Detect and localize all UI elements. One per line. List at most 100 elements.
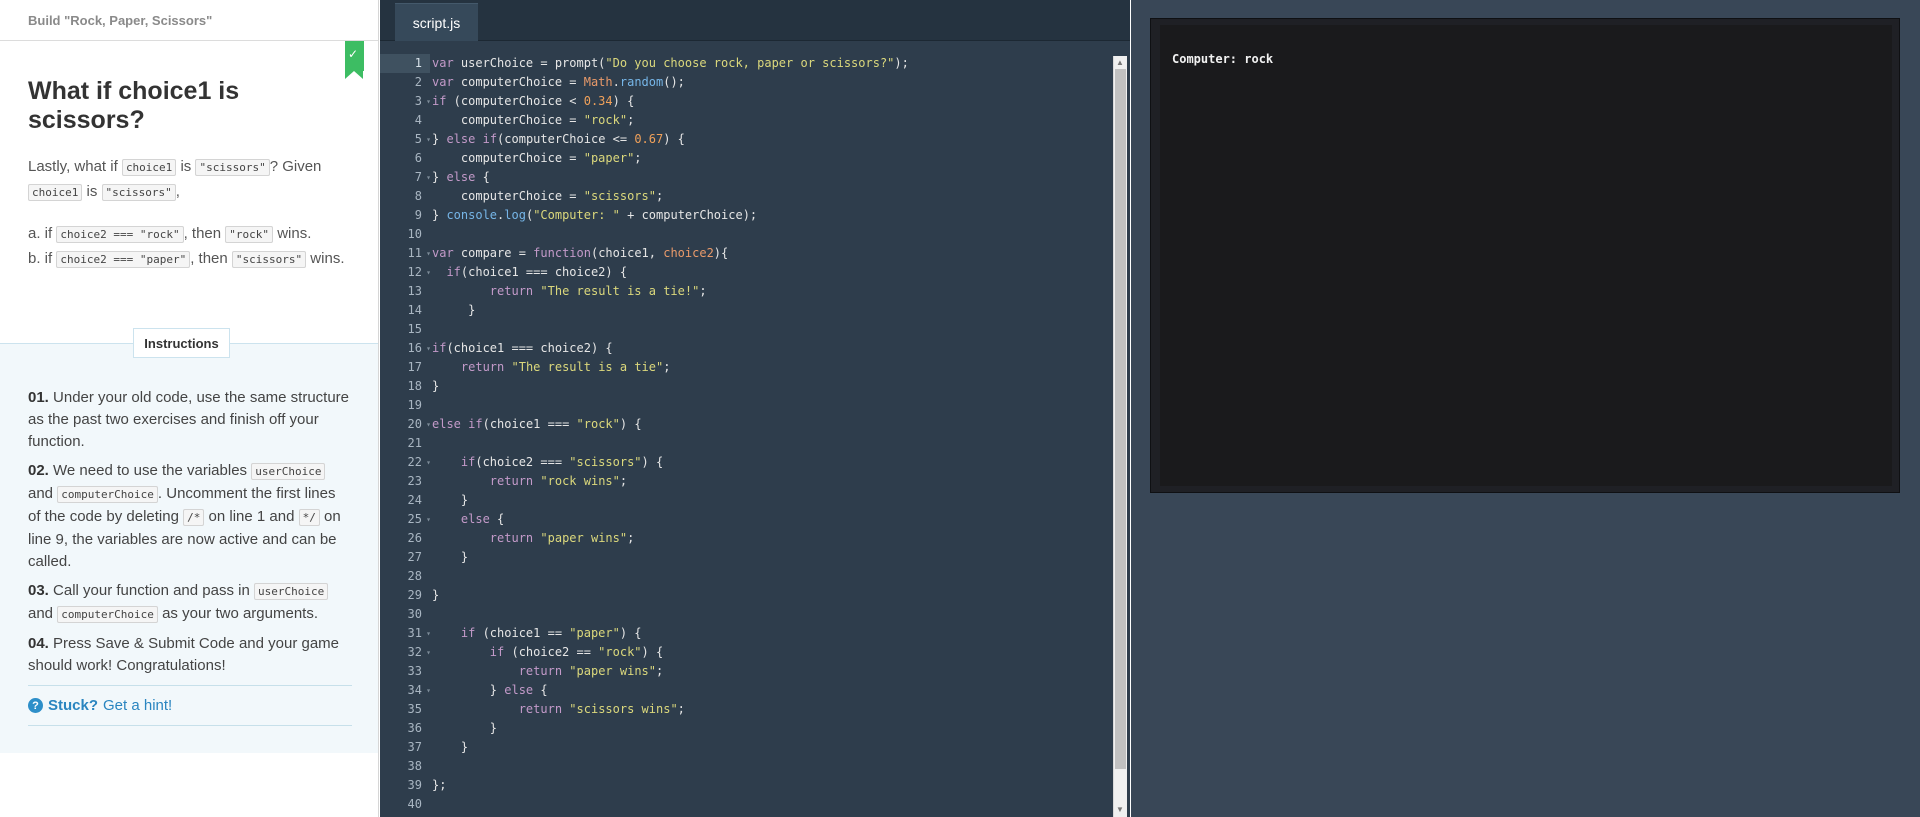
code-line[interactable]: ​: [432, 320, 1082, 339]
step-text: Call your function and pass in: [48, 582, 254, 599]
intro-text: Lastly, what if: [28, 158, 122, 175]
fold-arrow-icon[interactable]: ▾: [426, 415, 431, 434]
inline-code: computerChoice: [57, 486, 158, 503]
code-line[interactable]: ​: [432, 795, 1082, 814]
fold-arrow-icon[interactable]: ▾: [426, 339, 431, 358]
line-number: 16 ▾: [380, 339, 431, 358]
editor-tab-bar: script.js: [380, 0, 1130, 41]
step-text: and: [28, 605, 58, 622]
code-line[interactable]: ​: [432, 605, 1082, 624]
fold-arrow-icon[interactable]: ▾: [426, 643, 431, 662]
step-number: 03.: [28, 582, 49, 599]
code-line[interactable]: }: [432, 548, 1082, 567]
code-line[interactable]: } console.log("Computer: " + computerCho…: [432, 206, 1082, 225]
code-line[interactable]: }: [432, 377, 1082, 396]
intro-text: ,: [175, 183, 180, 200]
fold-arrow-icon[interactable]: ▾: [426, 130, 431, 149]
code-line[interactable]: if (choice1 == "paper") {: [432, 624, 1082, 643]
line-number: 9: [414, 208, 422, 222]
code-line[interactable]: computerChoice = "paper";: [432, 149, 1082, 168]
check-icon: ✓: [348, 47, 359, 61]
fold-arrow-icon[interactable]: ▾: [426, 263, 431, 282]
code-line[interactable]: }: [432, 738, 1082, 757]
code-area[interactable]: var userChoice = prompt("Do you choose r…: [432, 54, 1082, 814]
editor-scrollbar[interactable]: ▲ ▼: [1113, 56, 1127, 817]
code-line[interactable]: ​: [432, 757, 1082, 776]
fold-arrow-icon[interactable]: ▾: [426, 510, 431, 529]
lesson-item-b: b. if choice2 === "paper", then "scissor…: [28, 247, 350, 272]
line-number: 38: [407, 759, 422, 773]
scrollbar-thumb[interactable]: [1115, 69, 1126, 769]
fold-arrow-icon[interactable]: ▾: [426, 168, 431, 187]
inline-code: "scissors": [195, 159, 270, 176]
hint-link[interactable]: ? Stuck? Get a hint!: [28, 685, 352, 726]
tab-script-js[interactable]: script.js: [395, 3, 478, 41]
hint-link-text[interactable]: Get a hint!: [103, 697, 172, 714]
inline-code: choice2 === "paper": [56, 251, 191, 268]
code-line[interactable]: }: [432, 586, 1082, 605]
line-number: 20 ▾: [380, 415, 431, 434]
line-number: 36: [407, 721, 422, 735]
inline-code: /*: [183, 509, 205, 526]
code-line[interactable]: var userChoice = prompt("Do you choose r…: [432, 54, 1082, 73]
line-number: 12 ▾: [380, 263, 431, 282]
code-line[interactable]: return "rock wins";: [432, 472, 1082, 491]
completed-bookmark-icon: ✓: [345, 41, 364, 79]
line-number: 34 ▾: [380, 681, 431, 700]
code-line[interactable]: return "The result is a tie";: [432, 358, 1082, 377]
inline-code: choice1: [121, 159, 177, 176]
line-number: 24: [407, 493, 422, 507]
code-line[interactable]: ​: [432, 225, 1082, 244]
instructions-tab: Instructions: [133, 328, 230, 358]
code-line[interactable]: return "paper wins";: [432, 529, 1082, 548]
line-number: 7 ▾: [380, 168, 431, 187]
hint-stuck-label[interactable]: Stuck?: [48, 697, 98, 714]
code-line[interactable]: };: [432, 776, 1082, 795]
code-line[interactable]: ​: [432, 396, 1082, 415]
scroll-up-icon[interactable]: ▲: [1116, 59, 1124, 67]
line-number: 23: [407, 474, 422, 488]
code-line[interactable]: return "The result is a tie!";: [432, 282, 1082, 301]
instruction-step-4: 04. Press Save & Submit Code and your ga…: [28, 633, 351, 677]
fold-arrow-icon[interactable]: ▾: [426, 244, 431, 263]
fold-arrow-icon[interactable]: ▾: [426, 92, 431, 111]
console-frame: Computer: rock: [1150, 18, 1900, 493]
line-number: 10: [407, 227, 422, 241]
fold-arrow-icon[interactable]: ▾: [426, 681, 431, 700]
lesson-intro: Lastly, what if choice1 is "scissors"? G…: [28, 155, 350, 205]
line-number: 21: [407, 436, 422, 450]
code-line[interactable]: return "scissors wins";: [432, 700, 1082, 719]
line-number: 2: [414, 75, 422, 89]
item-text: , then: [190, 250, 232, 267]
code-line[interactable]: ​: [432, 567, 1082, 586]
code-line[interactable]: if(choice1 === choice2) {: [432, 339, 1082, 358]
code-line[interactable]: } else {: [432, 681, 1082, 700]
code-line[interactable]: else {: [432, 510, 1082, 529]
scroll-down-icon[interactable]: ▼: [1116, 806, 1124, 814]
line-number: 31 ▾: [380, 624, 431, 643]
code-line[interactable]: return "paper wins";: [432, 662, 1082, 681]
code-editor[interactable]: script.js 1 2 3 ▾ 4 5 ▾ 6 7 ▾ 8 9 10 11 ▾ 12 ▾ 13 14 15 16 ▾ 1…: [380, 0, 1130, 817]
code-line[interactable]: var compare = function(choice1, choice2)…: [432, 244, 1082, 263]
code-line[interactable]: else if(choice1 === "rock") {: [432, 415, 1082, 434]
line-number: 19: [407, 398, 422, 412]
code-line[interactable]: }: [432, 491, 1082, 510]
line-number: 18: [407, 379, 422, 393]
code-line[interactable]: if(choice1 === choice2) {: [432, 263, 1082, 282]
code-line[interactable]: var computerChoice = Math.random();: [432, 73, 1082, 92]
code-line[interactable]: }: [432, 301, 1082, 320]
fold-arrow-icon[interactable]: ▾: [426, 624, 431, 643]
code-line[interactable]: ​: [432, 434, 1082, 453]
code-line[interactable]: if (computerChoice < 0.34) {: [432, 92, 1082, 111]
code-line[interactable]: }: [432, 719, 1082, 738]
code-line[interactable]: } else {: [432, 168, 1082, 187]
code-line[interactable]: if (choice2 == "rock") {: [432, 643, 1082, 662]
line-number: 28: [407, 569, 422, 583]
lesson-item-a: a. if choice2 === "rock", then "rock" wi…: [28, 222, 350, 247]
fold-arrow-icon[interactable]: ▾: [426, 453, 431, 472]
step-text: as your two arguments.: [157, 605, 318, 622]
code-line[interactable]: computerChoice = "rock";: [432, 111, 1082, 130]
code-line[interactable]: computerChoice = "scissors";: [432, 187, 1082, 206]
code-line[interactable]: } else if(computerChoice <= 0.67) {: [432, 130, 1082, 149]
code-line[interactable]: if(choice2 === "scissors") {: [432, 453, 1082, 472]
